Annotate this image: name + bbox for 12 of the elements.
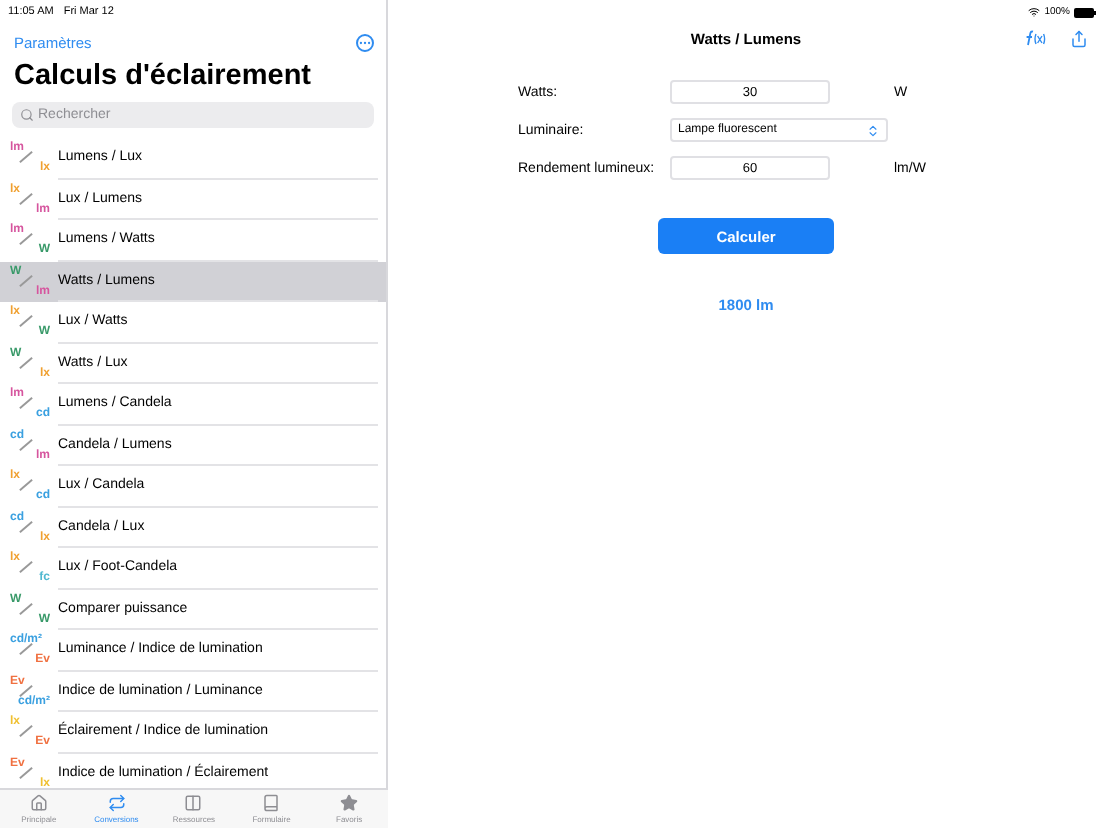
columns-icon — [184, 794, 203, 812]
book-icon — [262, 794, 281, 812]
share-icon[interactable] — [1070, 29, 1088, 47]
sidebar-title: Calculs d'éclairement — [12, 58, 314, 96]
chevron-icon — [866, 123, 880, 137]
formula-icon[interactable] — [1022, 30, 1046, 46]
wifi-icon — [1028, 6, 1041, 18]
battery-icon — [1074, 7, 1096, 17]
more-icon[interactable] — [356, 33, 374, 51]
home-icon — [29, 794, 48, 812]
repeat-icon — [107, 794, 126, 812]
star-icon — [340, 794, 359, 812]
